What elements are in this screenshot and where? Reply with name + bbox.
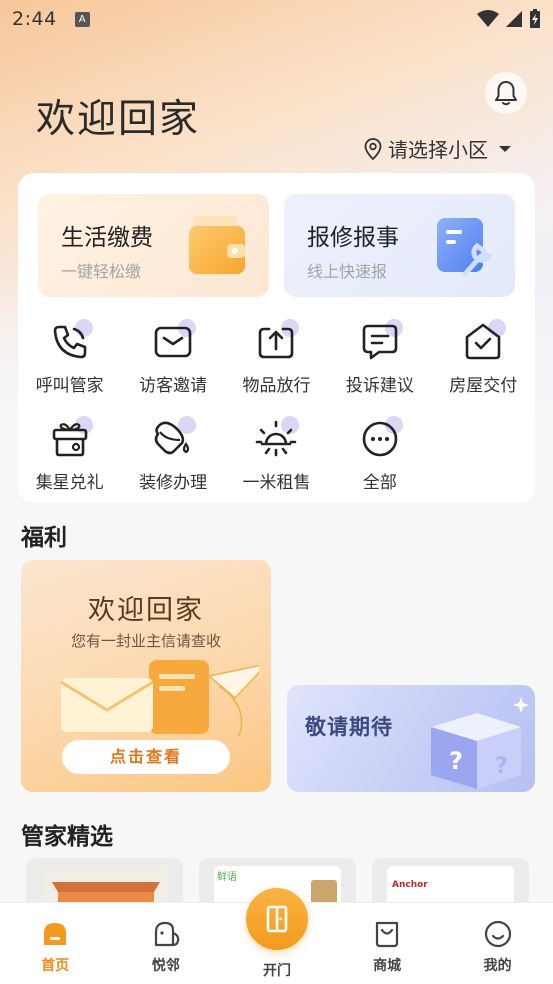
welcome-letter-banner[interactable]: 欢迎回家 您有一封业主信请查收 点击查看 <box>21 560 271 792</box>
service-star-gifts[interactable]: 集星兑礼 <box>18 416 121 493</box>
service-grid: 呼叫管家 访客邀请 物品放行 投诉建议 房屋交付 集星兑礼 装修办理 一米租售 … <box>18 319 535 493</box>
service-all[interactable]: 全部 <box>328 416 431 493</box>
status-time: 2:44 <box>12 8 57 30</box>
nav-home[interactable]: 首页 <box>0 903 111 984</box>
notification-button[interactable] <box>485 72 527 114</box>
service-label: 集星兑礼 <box>35 473 104 493</box>
community-label: 请选择小区 <box>388 138 488 162</box>
service-complaint[interactable]: 投诉建议 <box>328 319 431 396</box>
mail-icon <box>154 326 192 358</box>
service-house-delivery[interactable]: 房屋交付 <box>432 319 535 396</box>
phone-icon <box>53 325 86 359</box>
location-pin-icon <box>364 137 382 160</box>
door-icon <box>266 905 288 933</box>
upload-box-icon <box>259 327 294 359</box>
status-bar: 2:44 A <box>0 0 553 38</box>
page-title: 欢迎回家 <box>36 97 201 142</box>
product-brand: Anchor <box>392 880 428 890</box>
nav-shop[interactable]: 商城 <box>332 903 443 984</box>
welfare-section-title: 福利 <box>21 525 67 551</box>
nav-label: 首页 <box>41 958 70 974</box>
service-visitor-invite[interactable]: 访客邀请 <box>121 319 224 396</box>
wallet-icon <box>189 216 245 274</box>
service-label: 全部 <box>362 473 397 493</box>
coming-soon-banner[interactable]: 敬请期待 ? ? <box>287 685 535 792</box>
welcome-banner-subtitle: 您有一封业主信请查收 <box>70 632 221 650</box>
featured-section-title: 管家精选 <box>21 824 113 850</box>
service-renovation[interactable]: 装修办理 <box>121 416 224 493</box>
welcome-banner-title: 欢迎回家 <box>88 595 204 626</box>
wifi-icon <box>477 10 499 27</box>
sun-icon <box>256 420 297 457</box>
status-icons <box>477 9 541 29</box>
nav-neighbors[interactable]: 悦邻 <box>111 903 222 984</box>
service-label: 投诉建议 <box>345 376 414 396</box>
service-label: 物品放行 <box>242 376 311 396</box>
services-card: 生活缴费 一键轻松缴 报修报事 线上快速报 呼叫管家 访客邀请 物品放行 投诉建… <box>18 173 535 503</box>
service-label: 访客邀请 <box>139 376 208 396</box>
coming-soon-title: 敬请期待 <box>305 715 393 739</box>
more-icon <box>362 421 398 457</box>
home-icon <box>44 923 67 945</box>
wrench-document-icon <box>437 218 493 277</box>
open-door-label: 开门 <box>263 963 291 979</box>
service-item-release[interactable]: 物品放行 <box>225 319 328 396</box>
svg-text:?: ? <box>495 754 508 779</box>
service-rent-sale[interactable]: 一米租售 <box>225 416 328 493</box>
nav-profile[interactable]: 我的 <box>442 903 553 984</box>
service-label: 呼叫管家 <box>35 376 104 396</box>
house-check-icon <box>465 323 501 360</box>
caret-down-icon <box>499 145 511 152</box>
svg-text:?: ? <box>449 747 463 775</box>
shop-bag-icon <box>375 921 399 948</box>
community-selector[interactable]: 请选择小区 <box>364 134 516 163</box>
open-door-button[interactable] <box>246 888 308 950</box>
nav-label: 商城 <box>373 958 402 974</box>
service-label: 房屋交付 <box>449 376 518 396</box>
battery-icon <box>530 9 540 28</box>
chat-icon <box>362 324 398 360</box>
notification-icon: A <box>74 11 90 27</box>
life-payment-card[interactable]: 生活缴费 一键轻松缴 <box>38 194 269 297</box>
neighbor-icon <box>154 921 180 947</box>
service-label: 装修办理 <box>139 473 208 493</box>
signal-icon <box>506 11 522 27</box>
service-label: 一米租售 <box>242 473 311 493</box>
mystery-box-icon: ? ? <box>431 697 529 789</box>
envelope-illustration-icon <box>60 660 259 737</box>
service-call-butler[interactable]: 呼叫管家 <box>18 319 121 396</box>
profile-icon <box>484 920 511 948</box>
paint-bucket-icon <box>154 421 190 455</box>
product-brand: 鲜语 <box>217 872 237 883</box>
bell-icon <box>495 81 517 106</box>
gift-icon <box>52 423 87 457</box>
nav-label: 悦邻 <box>151 958 180 974</box>
view-letter-button[interactable]: 点击查看 <box>62 740 230 774</box>
repair-report-card[interactable]: 报修报事 线上快速报 <box>284 194 515 297</box>
nav-label: 我的 <box>483 958 512 974</box>
